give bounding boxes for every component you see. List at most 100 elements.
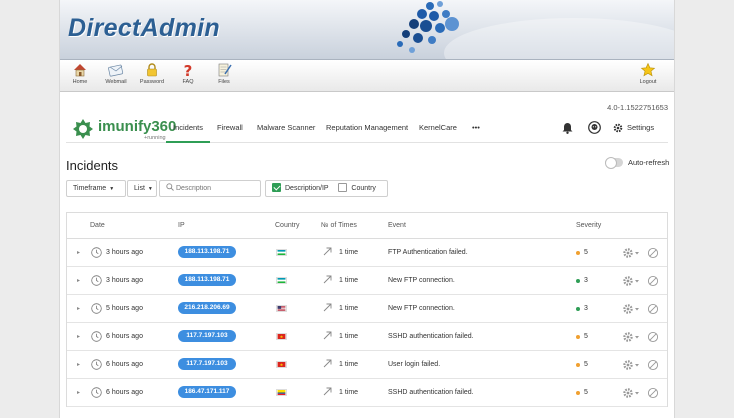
country-option[interactable]: Country <box>338 182 376 192</box>
row-actions <box>623 303 659 315</box>
table-row[interactable]: ▸ 3 hours ago 188.113.198.71 1 time New FTP … <box>67 267 667 295</box>
column-header-severity[interactable]: Severity <box>576 222 601 229</box>
imunify-logo[interactable]: imunify360 +running <box>72 118 176 142</box>
flag-ec-icon <box>276 389 287 396</box>
search-box <box>159 180 261 197</box>
ip-badge[interactable]: 188.113.198.71 <box>178 274 236 286</box>
imunify-logo-text: imunify360 <box>98 118 177 135</box>
incident-date: 5 hours ago <box>106 305 143 312</box>
house-icon <box>74 64 86 77</box>
bell-icon[interactable] <box>562 122 573 134</box>
table-row[interactable]: ▸ 6 hours ago 117.7.197.103 1 time User logi… <box>67 351 667 379</box>
directadmin-logo[interactable]: DirectAdmin <box>68 14 220 43</box>
toolbar-faq[interactable]: ? FAQ <box>170 62 206 85</box>
expand-row-icon[interactable]: ▸ <box>77 389 80 396</box>
block-icon[interactable] <box>647 331 659 343</box>
expand-row-icon[interactable]: ▸ <box>77 249 80 256</box>
caret-down-icon[interactable] <box>635 308 639 311</box>
tab-kernelcare[interactable]: KernelCare <box>419 123 457 132</box>
block-icon[interactable] <box>647 303 659 315</box>
gear-icon[interactable] <box>623 304 633 314</box>
caret-down-icon[interactable] <box>635 252 639 255</box>
column-header-event[interactable]: Event <box>388 222 406 229</box>
gear-icon[interactable] <box>623 388 633 398</box>
arrow-up-right-icon <box>323 303 332 312</box>
toolbar-home-label: Home <box>72 79 88 85</box>
toolbar-password[interactable]: Password <box>134 62 170 85</box>
description-ip-option[interactable]: Description/IP <box>272 182 328 192</box>
timeframe-dropdown[interactable]: Timeframe ▼ <box>66 180 126 197</box>
gear-icon[interactable] <box>613 123 623 133</box>
description-ip-checkbox[interactable] <box>272 182 281 192</box>
incident-event: FTP Authentication failed. <box>388 249 468 256</box>
toolbar-webmail-label: Webmail <box>105 79 127 85</box>
tab-malware-scanner[interactable]: Malware Scanner <box>257 123 315 132</box>
arrow-up-right-icon <box>323 359 332 368</box>
incident-times: 1 time <box>339 277 359 284</box>
table-row[interactable]: ▸ 5 hours ago 216.218.206.69 1 time New FTP … <box>67 295 667 323</box>
ip-badge[interactable]: 117.7.197.103 <box>178 330 236 342</box>
lock-icon <box>147 63 157 77</box>
column-header-ip[interactable]: IP <box>178 222 185 229</box>
column-header-country[interactable]: Country <box>275 222 300 229</box>
caret-down-icon[interactable] <box>635 280 639 283</box>
expand-row-icon[interactable]: ▸ <box>77 361 80 368</box>
table-row[interactable]: ▸ 3 hours ago 188.113.198.71 1 time FTP Auth… <box>67 239 667 267</box>
ip-badge[interactable]: 186.47.171.117 <box>178 386 236 398</box>
toolbar-password-label: Password <box>139 79 165 85</box>
search-input[interactable] <box>176 185 256 192</box>
tab-more[interactable]: ••• <box>472 123 480 132</box>
imunify-shield-icon <box>73 119 93 139</box>
clock-icon <box>91 275 102 286</box>
ip-badge[interactable]: 188.113.198.71 <box>178 246 236 258</box>
toolbar-webmail[interactable]: Webmail <box>98 62 134 85</box>
ip-badge[interactable]: 216.218.206.69 <box>178 302 236 314</box>
country-checkbox[interactable] <box>338 182 348 192</box>
page-gutter-right <box>674 0 734 418</box>
gear-icon[interactable] <box>623 248 633 258</box>
toolbar-logout[interactable]: Logout <box>630 62 666 85</box>
severity-dot <box>576 251 580 255</box>
row-actions <box>623 387 659 399</box>
block-icon[interactable] <box>647 247 659 259</box>
tab-firewall[interactable]: Firewall <box>217 123 243 132</box>
expand-row-icon[interactable]: ▸ <box>77 277 80 284</box>
arrow-up-right-icon <box>323 331 332 340</box>
clock-icon <box>91 387 102 398</box>
expand-row-icon[interactable]: ▸ <box>77 333 80 340</box>
block-icon[interactable] <box>647 359 659 371</box>
table-row[interactable]: ▸ 6 hours ago 117.7.197.103 1 time SSHD auth… <box>67 323 667 351</box>
caret-down-icon[interactable] <box>635 392 639 395</box>
ip-badge[interactable]: 117.7.197.103 <box>178 358 236 370</box>
imunify-status: +running <box>144 135 166 141</box>
list-dropdown[interactable]: List ▼ <box>127 180 157 197</box>
incident-severity: 5 <box>584 249 588 256</box>
settings-link[interactable]: Settings <box>627 123 654 132</box>
caret-down-icon[interactable] <box>635 364 639 367</box>
toolbar-home[interactable]: Home <box>62 62 98 85</box>
toolbar-files[interactable]: Files <box>206 62 242 85</box>
caret-down-icon[interactable] <box>635 336 639 339</box>
incident-severity: 3 <box>584 305 588 312</box>
severity-dot <box>576 279 580 283</box>
clock-icon <box>91 247 102 258</box>
tab-reputation-management[interactable]: Reputation Management <box>326 123 408 132</box>
block-icon[interactable] <box>647 387 659 399</box>
incident-date: 3 hours ago <box>106 249 143 256</box>
severity-dot <box>576 363 580 367</box>
block-icon[interactable] <box>647 275 659 287</box>
table-row[interactable]: ▸ 6 hours ago 186.47.171.117 1 time SSHD aut… <box>67 379 667 407</box>
incident-event: New FTP connection. <box>388 305 455 312</box>
column-header-times[interactable]: № of Times <box>321 222 357 229</box>
gear-icon[interactable] <box>623 332 633 342</box>
expand-row-icon[interactable]: ▸ <box>77 305 80 312</box>
tab-incidents[interactable]: Incidents <box>173 123 203 132</box>
gear-icon[interactable] <box>623 360 633 370</box>
column-header-date[interactable]: Date <box>90 222 105 229</box>
support-agent-icon[interactable] <box>588 121 601 134</box>
incident-times: 1 time <box>339 333 359 340</box>
gear-icon[interactable] <box>623 276 633 286</box>
directadmin-toolbar: Home Webmail Password ? FAQ Files Logout <box>60 60 674 92</box>
auto-refresh-toggle[interactable] <box>605 157 623 169</box>
star-icon <box>640 62 656 77</box>
